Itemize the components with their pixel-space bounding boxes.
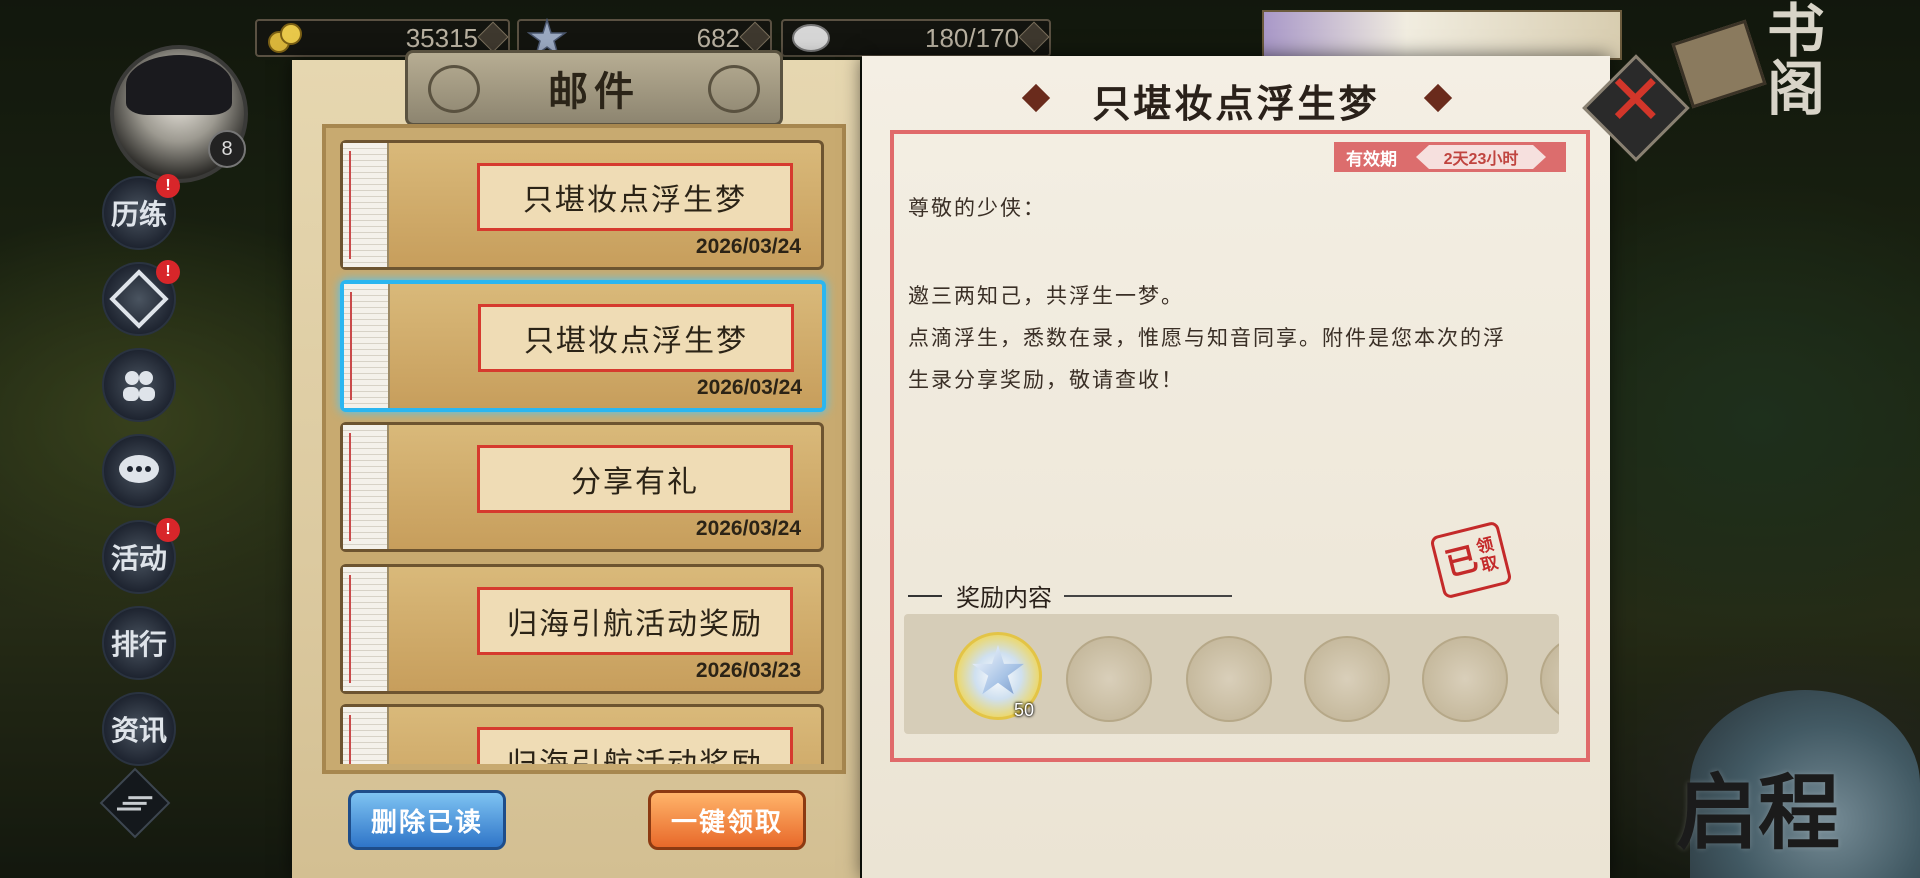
notification-badge: !	[156, 518, 180, 542]
mail-spine	[343, 425, 389, 549]
mail-detail-title: 只堪妆点浮生梦	[1092, 80, 1380, 126]
mail-spine	[343, 143, 389, 267]
side-menu-training-label: 历练	[110, 198, 167, 231]
empty-reward-slot	[1186, 636, 1272, 722]
mail-item-date: 2026/03/23	[695, 659, 801, 682]
close-icon[interactable]: ✕	[1606, 64, 1665, 136]
notification-badge: !	[156, 174, 180, 198]
divider	[1064, 594, 1232, 597]
side-menu-ranking-label: 排行	[110, 628, 167, 661]
reward-heading: 奖励内容	[908, 578, 1232, 613]
coin-icon	[268, 23, 302, 53]
validity-badge: 有效期 2天23小时	[1334, 142, 1566, 172]
chat-icon	[119, 455, 159, 483]
empty-reward-slot	[1066, 636, 1152, 722]
side-menu-events-label: 活动	[110, 542, 167, 575]
mail-spine	[343, 567, 389, 691]
resource-stamina: 180/170	[781, 14, 1051, 62]
side-menu-ranking[interactable]: 排行	[102, 606, 176, 680]
delete-read-button[interactable]: 删除已读	[348, 790, 506, 850]
mail-item-title: 只堪妆点浮生梦	[478, 304, 794, 372]
header-ornament-left	[428, 65, 480, 113]
side-menu-news[interactable]: 资讯	[102, 692, 176, 766]
side-menu-scroll[interactable]: !	[102, 260, 180, 336]
star-crystal-icon	[972, 645, 1024, 695]
validity-value: 2天23小时	[1416, 145, 1546, 169]
reward-heading-label: 奖励内容	[956, 584, 1052, 612]
mail-item-date: 2026/03/24	[696, 376, 802, 399]
mail-body-line: 邀三两知己，共浮生一梦。	[908, 284, 1184, 308]
reward-strip: 50	[904, 614, 1559, 734]
mail-item-selected[interactable]: 只堪妆点浮生梦 2026/03/24	[340, 280, 826, 412]
mail-item-clip: 归海引航活动奖励	[340, 704, 826, 764]
stamina-icon	[792, 24, 830, 52]
mail-greeting: 尊敬的少侠：	[908, 196, 1046, 220]
mail-item[interactable]: 分享有礼 2026/03/24	[340, 422, 824, 552]
empty-reward-slot	[1304, 636, 1390, 722]
book-hall-label[interactable]: 书阁	[1757, 0, 1825, 116]
mail-item[interactable]: 归海引航活动奖励 2026/03/23	[340, 564, 824, 694]
mail-body-line: 生录分享奖励，敬请查收！	[908, 368, 1184, 392]
friends-icon	[123, 371, 155, 401]
claim-all-button[interactable]: 一键领取	[648, 790, 806, 850]
mail-item-title: 分享有礼	[477, 445, 793, 513]
mail-item-date: 2026/03/24	[695, 517, 801, 540]
mail-item[interactable]: 归海引航活动奖励	[340, 704, 824, 764]
mail-item-title: 归海引航活动奖励	[477, 727, 793, 764]
event-banner	[1262, 10, 1622, 60]
divider	[908, 594, 942, 597]
empty-reward-slot	[1540, 636, 1559, 722]
mail-item-date: 2026/03/24	[695, 235, 801, 258]
side-menu-friends[interactable]	[102, 348, 176, 422]
side-menu-training[interactable]: 历练 !	[102, 174, 180, 250]
side-menu-news-label: 资讯	[110, 714, 167, 747]
validity-label: 有效期	[1346, 149, 1397, 169]
header-ornament-right	[708, 65, 760, 113]
reward-count: 50	[1014, 700, 1035, 720]
mail-header: 邮件	[405, 50, 783, 126]
mail-spine	[343, 707, 389, 764]
stamp-sub-char: 取	[1479, 552, 1501, 577]
mail-item-title: 只堪妆点浮生梦	[477, 163, 793, 231]
start-journey-label[interactable]: 启程	[1676, 746, 1840, 865]
mail-header-title: 邮件	[548, 68, 640, 115]
empty-reward-slot	[1422, 636, 1508, 722]
mail-body-line: 点滴浮生，悉数在录，惟愿与知音同享。附件是您本次的浮	[908, 326, 1506, 350]
mail-item-title: 归海引航活动奖励	[477, 587, 793, 655]
player-level-badge: 8	[208, 130, 246, 168]
avatar-hair	[126, 55, 232, 115]
notification-badge: !	[156, 260, 180, 284]
mail-spine	[344, 284, 390, 408]
stamp-main-char: 已	[1441, 539, 1482, 585]
mail-item[interactable]: 只堪妆点浮生梦 2026/03/24	[340, 140, 824, 270]
side-menu-events[interactable]: 活动 !	[102, 518, 180, 594]
side-menu-chat[interactable]	[102, 434, 176, 508]
